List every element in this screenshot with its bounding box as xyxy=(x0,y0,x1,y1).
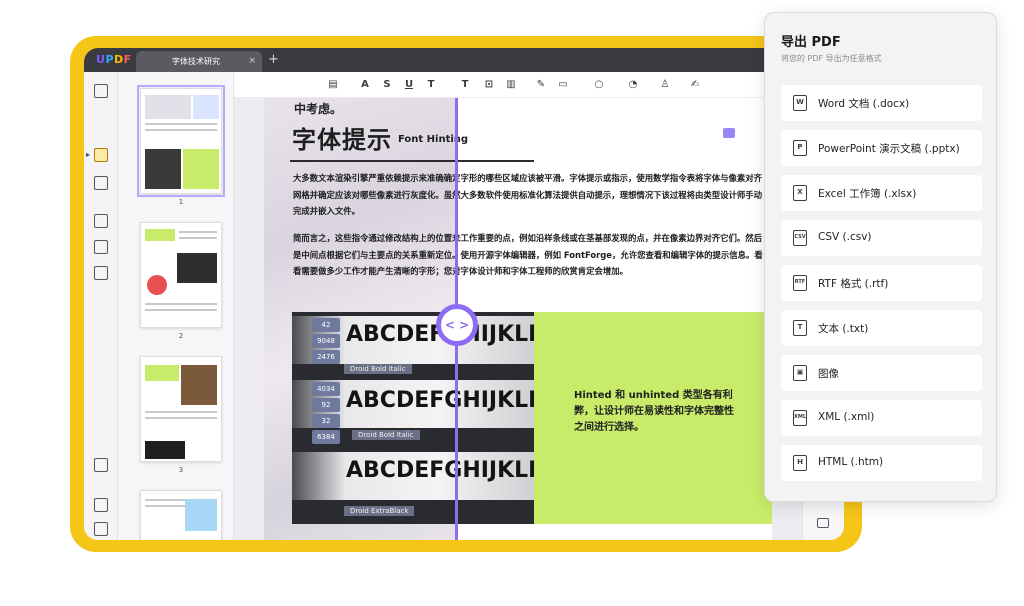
photo-caption: Droid ExtraBlack xyxy=(344,506,415,516)
page-thumbnail-1[interactable] xyxy=(137,85,225,197)
page-thumbnail-4[interactable] xyxy=(140,490,222,540)
app-logo: UPDF xyxy=(96,53,132,66)
photo-tag: 6384 xyxy=(312,430,340,444)
export-option-label: PowerPoint 演示文稿 (.pptx) xyxy=(818,143,960,155)
page-thumbnail-2[interactable] xyxy=(140,222,222,328)
type-specimen-photo: ABCDEFGHIJKLMNO 42 9048 2476 Droid Bold … xyxy=(292,312,534,524)
export-option-xml[interactable]: XML XML (.xml) xyxy=(781,400,982,436)
reader-mode-icon[interactable] xyxy=(94,84,108,98)
export-panel-subtitle: 将您的 PDF 导出为任意格式 xyxy=(781,54,882,63)
export-option-csv[interactable]: CSV CSV (.csv) xyxy=(781,220,982,256)
strikethrough-tool[interactable]: S xyxy=(380,78,394,92)
shape-tool-icon[interactable]: ○ xyxy=(592,78,606,92)
export-option-excel[interactable]: X Excel 工作簿 (.xlsx) xyxy=(781,175,982,211)
document-tab[interactable]: 字体技术研究 × xyxy=(136,51,262,72)
photo-row-text: ABCDEFGHIJKLMNO xyxy=(346,388,534,413)
photo-tag: 4034 xyxy=(312,382,340,396)
paragraph-1: 大多数文本渲染引擎严重依赖提示来准确确定字形的哪些区域应该被平滑。字体提示或指示… xyxy=(293,173,762,216)
title-bar: UPDF 字体技术研究 × + xyxy=(84,48,844,72)
organize-pages-icon[interactable] xyxy=(94,214,108,228)
photo-tag: 92 xyxy=(312,398,340,412)
export-option-label: Word 文档 (.docx) xyxy=(818,98,910,110)
export-option-html[interactable]: H HTML (.htm) xyxy=(781,445,982,481)
text-file-icon: T xyxy=(793,320,807,336)
thumbnail-page-number: 2 xyxy=(178,332,184,340)
document-canvas[interactable]: 中考虑。 字体提示 Font Hinting 大多数文本渲染引擎严重依赖提示来准… xyxy=(234,98,802,540)
comment-mode-icon[interactable] xyxy=(94,148,108,162)
app-window: UPDF 字体技术研究 × + ▸ 1 2 3 ▤ A S U T T ⊡ ▥ … xyxy=(84,48,844,540)
rtf-file-icon: RTF xyxy=(793,275,807,291)
export-option-label: XML (.xml) xyxy=(818,411,875,423)
word-file-icon: W xyxy=(793,95,807,111)
html-file-icon: H xyxy=(793,455,807,471)
xml-file-icon: XML xyxy=(793,410,807,426)
export-option-label: CSV (.csv) xyxy=(818,231,872,243)
highlight-tool-icon[interactable]: A xyxy=(358,78,372,92)
collapse-arrow-icon[interactable]: ▸ xyxy=(86,150,90,159)
export-option-label: HTML (.htm) xyxy=(818,456,884,468)
thumbnail-panel: 1 2 3 xyxy=(118,72,234,540)
document-tab-title: 字体技术研究 xyxy=(172,57,220,66)
photo-caption: Droid Bold Italic xyxy=(344,364,412,374)
photo-tag: 9048 xyxy=(312,334,340,348)
new-tab-button[interactable]: + xyxy=(268,51,279,69)
screenshot-stage: UPDF 字体技术研究 × + ▸ 1 2 3 ▤ A S U T T ⊡ ▥ … xyxy=(0,0,1024,606)
photo-row-text: ABCDEFGHIJKLMNO xyxy=(346,458,534,483)
photo-tag: 32 xyxy=(312,414,340,428)
export-option-rtf[interactable]: RTF RTF 格式 (.rtf) xyxy=(781,265,982,301)
title-divider xyxy=(290,160,534,162)
pencil-tool-icon[interactable]: ✎ xyxy=(534,78,548,92)
layers-icon[interactable] xyxy=(94,498,108,512)
page-thumbnail-3[interactable] xyxy=(140,356,222,462)
edit-pdf-icon[interactable] xyxy=(94,176,108,190)
export-pdf-panel: 导出 PDF 将您的 PDF 导出为任意格式 W Word 文档 (.docx)… xyxy=(764,12,997,502)
pdf-page: 中考虑。 字体提示 Font Hinting 大多数文本渲染引擎严重依赖提示来准… xyxy=(264,98,772,540)
export-panel-title: 导出 PDF xyxy=(781,35,841,50)
paragraph-2: 简而言之，这些指令通过修改结构上的位置来工作重要的点，例如沿样条线或在茎基部发现… xyxy=(293,233,763,276)
thumbnail-page-number: 1 xyxy=(178,198,184,206)
compare-split-handle-icon[interactable]: < > xyxy=(436,304,478,346)
sticker-tool-icon[interactable]: ◔ xyxy=(626,78,640,92)
csv-file-icon: CSV xyxy=(793,230,807,246)
text-box-tool-icon[interactable]: ⊡ xyxy=(482,78,496,92)
eraser-tool-icon[interactable]: ▭ xyxy=(556,78,570,92)
close-tab-icon[interactable]: × xyxy=(248,51,256,72)
export-option-text[interactable]: T 文本 (.txt) xyxy=(781,310,982,346)
callout-tool-icon[interactable]: ▥ xyxy=(504,78,518,92)
underline-tool[interactable]: U xyxy=(402,78,416,92)
signature-tool-icon[interactable]: ✍ xyxy=(688,78,702,92)
image-file-icon: ▣ xyxy=(793,365,807,381)
bookmark-icon[interactable] xyxy=(94,522,108,536)
protect-icon[interactable] xyxy=(94,266,108,280)
export-option-label: Excel 工作簿 (.xlsx) xyxy=(818,188,917,200)
export-option-label: 图像 xyxy=(818,368,839,380)
convert-icon[interactable] xyxy=(94,240,108,254)
green-card-text: Hinted 和 unhinted 类型各有利弊，让设计师在易读性和字体完整性之… xyxy=(574,390,734,433)
excel-file-icon: X xyxy=(793,185,807,201)
left-tool-rail: ▸ xyxy=(84,72,118,540)
page-top-heading: 中考虑。 xyxy=(294,102,343,116)
powerpoint-file-icon: P xyxy=(793,140,807,156)
comment-marker-icon[interactable] xyxy=(723,128,735,138)
photo-tag: 2476 xyxy=(312,350,340,364)
export-option-powerpoint[interactable]: P PowerPoint 演示文稿 (.pptx) xyxy=(781,130,982,166)
photo-caption: Droid Bold Italic xyxy=(352,430,420,440)
export-option-image[interactable]: ▣ 图像 xyxy=(781,355,982,391)
export-option-label: RTF 格式 (.rtf) xyxy=(818,278,889,290)
stamp-tool-icon[interactable]: ♙ xyxy=(658,78,672,92)
comment-tool-icon[interactable]: ▤ xyxy=(326,78,340,92)
squiggly-tool[interactable]: T xyxy=(424,78,438,92)
text-tool[interactable]: T xyxy=(458,78,472,92)
green-callout-card: Hinted 和 unhinted 类型各有利弊，让设计师在易读性和字体完整性之… xyxy=(534,312,772,524)
annotation-toolbar: ▤ A S U T T ⊡ ▥ ✎ ▭ ○ ◔ ♙ ✍ xyxy=(234,72,844,98)
comment-list-icon[interactable] xyxy=(817,518,829,528)
export-option-label: 文本 (.txt) xyxy=(818,323,869,335)
export-option-word[interactable]: W Word 文档 (.docx) xyxy=(781,85,982,121)
gift-icon[interactable] xyxy=(94,458,108,472)
page-title: 字体提示 xyxy=(292,126,392,154)
thumbnail-page-number: 3 xyxy=(178,466,184,474)
photo-tag: 42 xyxy=(312,318,340,332)
